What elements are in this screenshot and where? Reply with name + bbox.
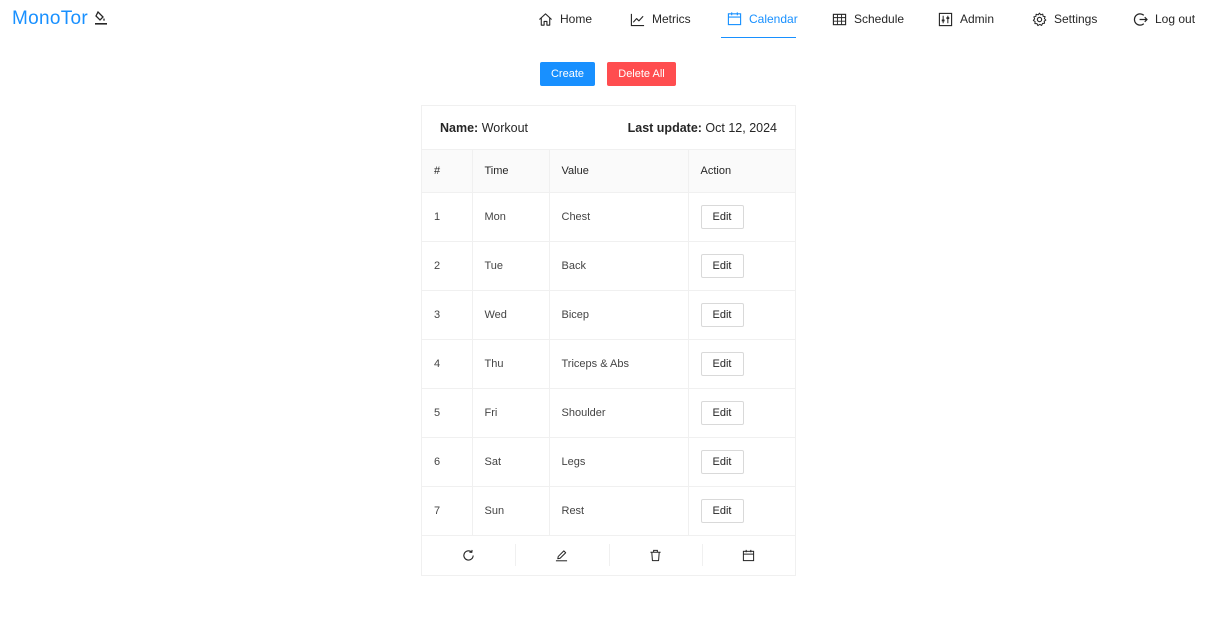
- reload-button[interactable]: [422, 536, 515, 575]
- delete-all-button[interactable]: Delete All: [607, 62, 676, 86]
- edit-button[interactable]: Edit: [700, 449, 744, 474]
- row-action: Edit: [688, 486, 795, 536]
- nav-admin[interactable]: Admin: [938, 0, 994, 38]
- nav-home[interactable]: Home: [538, 0, 592, 38]
- card-header: Name: Workout Last update: Oct 12, 2024: [422, 106, 795, 150]
- edit-button[interactable]: Edit: [700, 253, 744, 278]
- nav-logout[interactable]: Log out: [1133, 0, 1195, 38]
- row-action: Edit: [688, 437, 795, 487]
- card-actions: [422, 535, 795, 575]
- nav-calendar-label: Calendar: [749, 11, 798, 26]
- column-header-action: Action: [688, 150, 795, 193]
- reload-icon: [463, 549, 474, 561]
- name-label: Name:: [440, 121, 479, 135]
- table-row: 4 Thu Triceps & Abs Edit: [422, 339, 795, 389]
- row-time: Fri: [472, 388, 550, 438]
- row-number: 1: [422, 192, 473, 242]
- row-action: Edit: [688, 388, 795, 438]
- nav-metrics[interactable]: Metrics: [630, 0, 691, 38]
- row-number: 2: [422, 241, 473, 291]
- row-number: 7: [422, 486, 473, 536]
- row-time: Sat: [472, 437, 550, 487]
- row-number: 5: [422, 388, 473, 438]
- row-value: Back: [549, 241, 689, 291]
- edit-card-button[interactable]: [515, 536, 608, 575]
- nav-settings-label: Settings: [1054, 12, 1098, 26]
- table-header-row: # Time Value Action: [422, 150, 795, 193]
- nav-schedule[interactable]: Schedule: [832, 0, 904, 38]
- calendar-icon: [742, 549, 754, 562]
- edit-button[interactable]: Edit: [700, 498, 744, 523]
- row-time: Thu: [472, 339, 550, 389]
- edit-button[interactable]: Edit: [700, 204, 744, 229]
- nav-settings[interactable]: Settings: [1032, 0, 1097, 38]
- nav-schedule-label: Schedule: [854, 12, 905, 26]
- nav-admin-label: Admin: [960, 12, 995, 26]
- row-time: Sun: [472, 486, 550, 536]
- logout-icon: [1133, 12, 1148, 26]
- format-painter-icon[interactable]: [95, 11, 107, 25]
- nav-calendar[interactable]: Calendar: [721, 0, 798, 38]
- name-value: Workout: [481, 121, 529, 135]
- table-row: 6 Sat Legs Edit: [422, 437, 795, 487]
- delete-card-button[interactable]: [608, 536, 702, 575]
- sliders-icon: [938, 12, 953, 26]
- calendar-icon: [727, 12, 742, 26]
- column-header-time: Time: [472, 150, 550, 193]
- schedule-table: # Time Value Action 1 Mon Chest Edit 2 T…: [422, 150, 795, 536]
- gear-icon: [1032, 12, 1047, 26]
- last-update-label: Last update:: [627, 121, 702, 135]
- row-action: Edit: [688, 290, 795, 340]
- schedule-card: Name: Workout Last update: Oct 12, 2024 …: [421, 105, 796, 576]
- table-icon: [832, 13, 847, 25]
- edit-button[interactable]: Edit: [700, 400, 744, 425]
- schedule-name: Name: Workout: [440, 121, 528, 135]
- row-value: Triceps & Abs: [549, 339, 689, 389]
- row-time: Wed: [472, 290, 550, 340]
- column-header-value: Value: [549, 150, 689, 193]
- line-chart-icon: [630, 13, 645, 26]
- column-header-number: #: [422, 150, 473, 193]
- home-icon: [539, 12, 552, 26]
- row-time: Mon: [472, 192, 550, 242]
- row-number: 6: [422, 437, 473, 487]
- top-navbar: MonoTor Home Metrics Calendar Schedule A…: [0, 0, 1222, 38]
- edit-button[interactable]: Edit: [700, 302, 744, 327]
- last-update: Last update: Oct 12, 2024: [628, 121, 777, 135]
- row-value: Legs: [549, 437, 689, 487]
- row-action: Edit: [688, 192, 795, 242]
- table-row: 7 Sun Rest Edit: [422, 486, 795, 536]
- brand-logo[interactable]: MonoTor: [12, 8, 88, 30]
- edit-icon: [556, 550, 568, 562]
- row-time: Tue: [472, 241, 550, 291]
- calendar-card-button[interactable]: [701, 536, 795, 575]
- nav-home-label: Home: [560, 12, 593, 26]
- table-row: 2 Tue Back Edit: [422, 241, 795, 291]
- row-value: Shoulder: [549, 388, 689, 438]
- row-action: Edit: [688, 339, 795, 389]
- row-number: 3: [422, 290, 473, 340]
- create-button[interactable]: Create: [540, 62, 595, 86]
- row-value: Bicep: [549, 290, 689, 340]
- edit-button[interactable]: Edit: [700, 351, 744, 376]
- nav-logout-label: Log out: [1155, 12, 1196, 26]
- row-value: Rest: [549, 486, 689, 536]
- last-update-value: Oct 12, 2024: [705, 121, 777, 135]
- table-row: 1 Mon Chest Edit: [422, 192, 795, 242]
- table-row: 3 Wed Bicep Edit: [422, 290, 795, 340]
- row-number: 4: [422, 339, 473, 389]
- row-action: Edit: [688, 241, 795, 291]
- nav-metrics-label: Metrics: [652, 12, 691, 26]
- delete-icon: [650, 549, 661, 562]
- table-row: 5 Fri Shoulder Edit: [422, 388, 795, 438]
- row-value: Chest: [549, 192, 689, 242]
